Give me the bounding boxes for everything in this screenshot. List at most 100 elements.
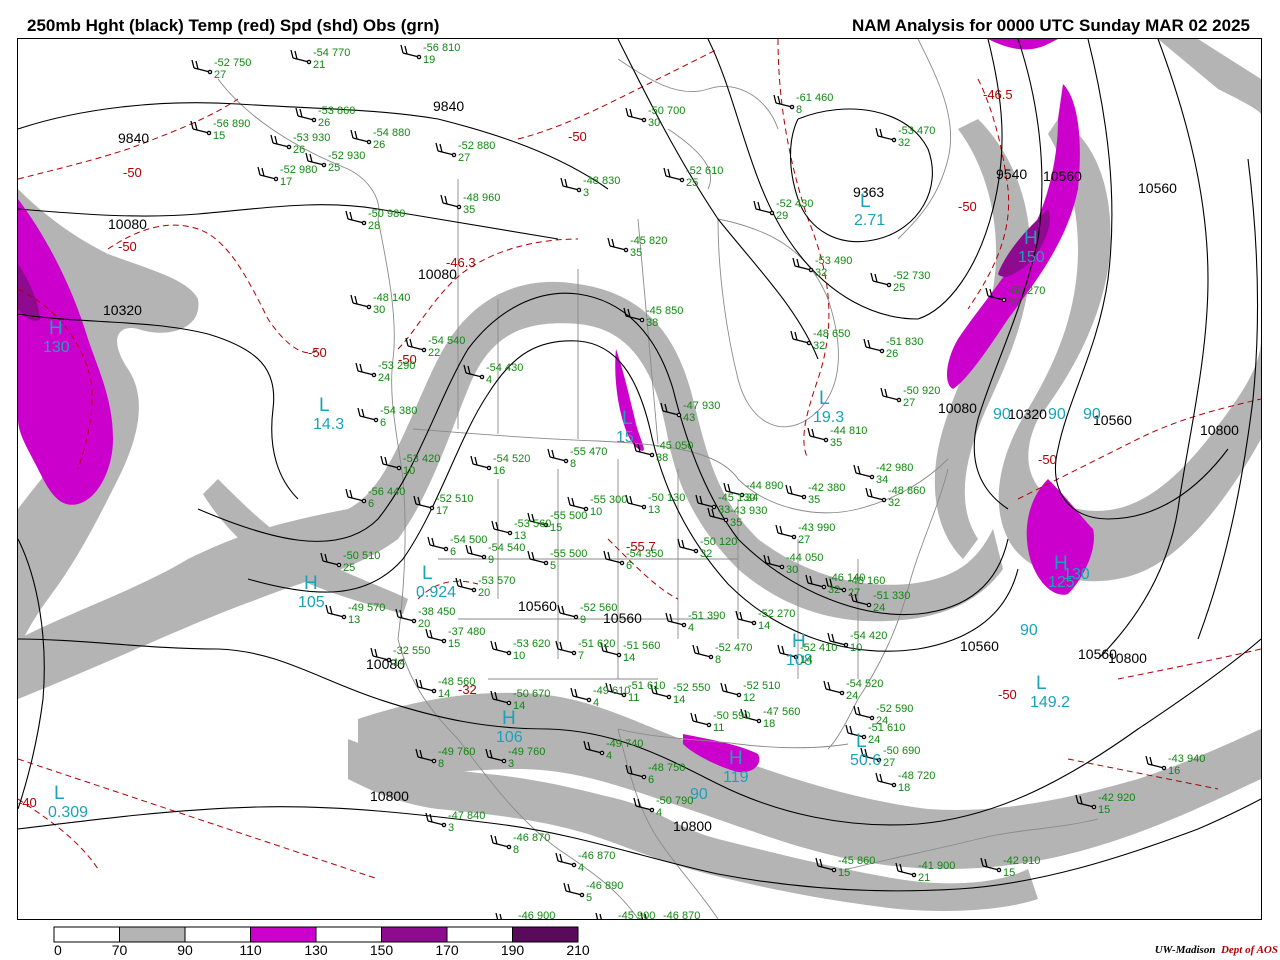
station-temp-height: -47 930 bbox=[683, 400, 720, 412]
wind-barb bbox=[735, 610, 755, 624]
station-temp-height: -53 930 bbox=[293, 132, 330, 144]
hgt-east-2 bbox=[707, 39, 1003, 320]
wind-barb bbox=[427, 536, 447, 550]
speed-legend: 0 70 90 110 130 150 170 190 210 bbox=[53, 926, 590, 956]
center-letter-h: H bbox=[49, 318, 63, 339]
height-label: 10560 bbox=[1043, 168, 1082, 184]
wind-barb bbox=[555, 640, 575, 654]
station-temp-height: -44 050 bbox=[786, 552, 823, 564]
wind-barb bbox=[350, 294, 370, 308]
wind-barb bbox=[807, 427, 827, 441]
station-dewpoint-dep: 30 bbox=[648, 117, 660, 129]
station-circle bbox=[649, 452, 655, 458]
station-temp-height: -38 450 bbox=[418, 606, 455, 618]
station-temp-height: -50 510 bbox=[343, 550, 380, 562]
station-temp-height: -53 420 bbox=[403, 453, 440, 465]
station-circle bbox=[306, 59, 312, 65]
center-letter-l: L bbox=[422, 563, 433, 584]
station-dewpoint-dep: 8 bbox=[715, 654, 721, 666]
station-circle bbox=[431, 758, 437, 764]
wind-barb bbox=[350, 129, 370, 143]
legend-tick: 170 bbox=[435, 942, 459, 956]
station-dewpoint-dep: 38 bbox=[646, 317, 658, 329]
station-temp-height: -46 870 bbox=[663, 910, 700, 919]
wind-barb bbox=[257, 166, 277, 180]
height-label: 10560 bbox=[1078, 646, 1117, 662]
station-dewpoint-dep: 32 bbox=[813, 340, 825, 352]
station-temp-height: -52 880 bbox=[458, 140, 495, 152]
wind-barb bbox=[692, 644, 712, 658]
legend-tick: 210 bbox=[566, 942, 590, 956]
station-circle bbox=[891, 137, 897, 143]
station-dewpoint-dep: 19 bbox=[423, 54, 435, 66]
station-circle bbox=[896, 397, 902, 403]
station-dewpoint-dep: 25 bbox=[686, 177, 698, 189]
station-circle bbox=[616, 652, 622, 658]
station-temp-height: -50 130 bbox=[648, 492, 685, 504]
station-temp-height: -45 900 bbox=[618, 910, 655, 919]
station-temp-height: -55 300 bbox=[590, 494, 627, 506]
station-dewpoint-dep: 32 bbox=[898, 137, 910, 149]
station-temp-height: -52 980 bbox=[280, 164, 317, 176]
station-dewpoint-dep: 14 bbox=[623, 652, 635, 664]
station-temp-height: -43 940 bbox=[1168, 753, 1205, 765]
station-temp-height: -48 650 bbox=[813, 328, 850, 340]
wind-barb bbox=[863, 338, 883, 352]
station-circle bbox=[579, 892, 585, 898]
station-temp-height: -54 880 bbox=[373, 127, 410, 139]
station-temp-height: -43 930 bbox=[730, 505, 767, 517]
station-dewpoint-dep: 4 bbox=[593, 697, 599, 709]
center-value: 2.71 bbox=[854, 212, 885, 229]
station-dewpoint-dep: 13 bbox=[648, 504, 660, 516]
center-value: 0.924 bbox=[416, 584, 456, 601]
height-label: 10800 bbox=[673, 818, 712, 834]
height-label: 10080 bbox=[938, 400, 977, 416]
station-dewpoint-dep: 27 bbox=[903, 397, 915, 409]
station-circle bbox=[1001, 297, 1007, 303]
station-temp-height: -52 270 bbox=[758, 608, 795, 620]
height-label: 10560 bbox=[518, 598, 557, 614]
legend-bin bbox=[119, 926, 186, 943]
wind-barb bbox=[495, 912, 502, 919]
station-dewpoint-dep: 6 bbox=[368, 498, 374, 510]
station-circle bbox=[866, 602, 872, 608]
station-dewpoint-dep: 12 bbox=[743, 692, 755, 704]
temperature-label: -46.3 bbox=[446, 255, 476, 270]
station-dewpoint-dep: 18 bbox=[898, 782, 910, 794]
station-circle bbox=[801, 494, 807, 500]
wind-barb bbox=[570, 687, 590, 701]
station-temp-height: -52 750 bbox=[214, 57, 251, 69]
station-circle bbox=[506, 650, 512, 656]
station-circle bbox=[543, 560, 549, 566]
temperature-label: -50 bbox=[118, 239, 137, 254]
temperature-label: -40 bbox=[18, 795, 37, 810]
station-dewpoint-dep: 35 bbox=[830, 437, 842, 449]
credit-org: UW-Madison bbox=[1154, 944, 1216, 956]
station-temp-height: -54 540 bbox=[428, 335, 465, 347]
center-value: 149.2 bbox=[1030, 694, 1070, 711]
center-value: 119 bbox=[723, 769, 749, 786]
station-circle bbox=[431, 688, 437, 694]
station-dewpoint-dep: 8 bbox=[438, 758, 444, 770]
station-temp-height: -52 510 bbox=[436, 493, 473, 505]
station-temp-height: -51 620 bbox=[578, 638, 615, 650]
station-circle bbox=[693, 548, 699, 554]
station-circle bbox=[206, 130, 212, 136]
station-temp-height: -48 720 bbox=[898, 770, 935, 782]
height-label: 10080 bbox=[108, 216, 147, 232]
wind-barb bbox=[785, 484, 805, 498]
station-dewpoint-dep: 27 bbox=[214, 69, 226, 81]
center-letter-h: H bbox=[1024, 228, 1038, 249]
station-temp-height: -53 490 bbox=[815, 255, 852, 267]
station-dewpoint-dep: 8 bbox=[796, 104, 802, 116]
jet-core-ne bbox=[988, 39, 1058, 50]
center-letter-l: L bbox=[622, 408, 633, 429]
station-temp-height: -50 700 bbox=[648, 105, 685, 117]
station-temp-height: -53 620 bbox=[513, 638, 550, 650]
station-circle bbox=[563, 458, 569, 464]
station-temp-height: -48 860 bbox=[888, 485, 925, 497]
station-circle bbox=[869, 474, 875, 480]
station-dewpoint-dep: 32 bbox=[815, 267, 827, 279]
wind-barb bbox=[870, 272, 890, 286]
station-dewpoint-dep: 24 bbox=[378, 372, 390, 384]
